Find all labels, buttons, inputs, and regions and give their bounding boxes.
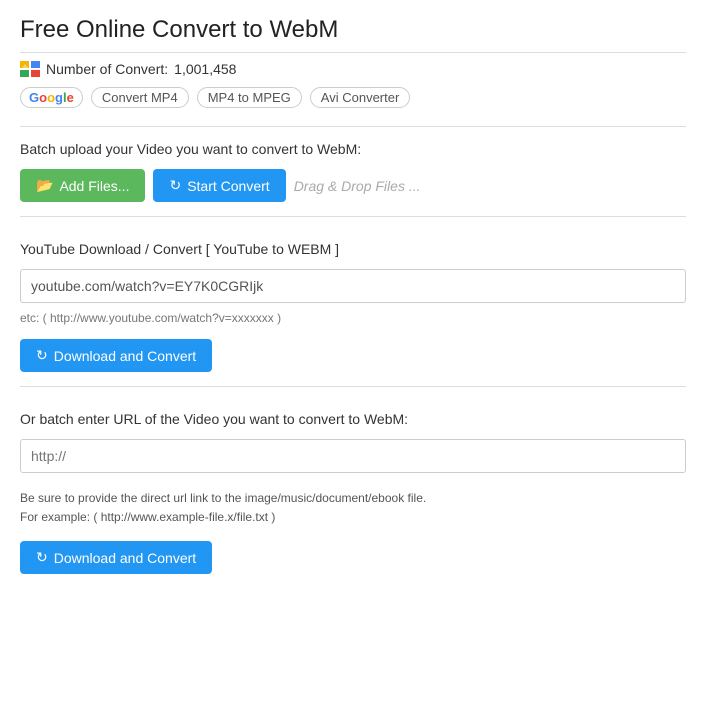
youtube-download-icon: ↻ xyxy=(36,347,48,364)
google-nav-link[interactable]: Google Google xyxy=(20,87,83,108)
divider-1 xyxy=(20,126,686,127)
youtube-section: YouTube Download / Convert [ YouTube to … xyxy=(20,231,686,372)
batch-download-icon: ↻ xyxy=(36,549,48,566)
upload-section-label: Batch upload your Video you want to conv… xyxy=(20,141,686,157)
youtube-section-title: YouTube Download / Convert [ YouTube to … xyxy=(20,241,686,257)
divider-3 xyxy=(20,386,686,387)
youtube-url-input[interactable] xyxy=(20,269,686,303)
batch-url-hint: Be sure to provide the direct url link t… xyxy=(20,489,686,527)
batch-download-convert-button[interactable]: ↻ Download and Convert xyxy=(20,541,212,574)
convert-count-label: Number of Convert: xyxy=(46,61,168,77)
batch-section-label: Or batch enter URL of the Video you want… xyxy=(20,411,686,427)
drag-drop-placeholder: Drag & Drop Files ... xyxy=(294,178,421,194)
folder-icon: 📂 xyxy=(36,177,53,194)
batch-url-input[interactable] xyxy=(20,439,686,473)
convert-count: Number of Convert: 1,001,458 xyxy=(20,61,686,77)
convert-count-icon xyxy=(20,61,40,77)
add-files-button[interactable]: 📂 Add Files... xyxy=(20,169,145,202)
divider-2 xyxy=(20,216,686,217)
nav-mp4-to-mpeg[interactable]: MP4 to MPEG xyxy=(197,87,302,108)
batch-section: Or batch enter URL of the Video you want… xyxy=(20,405,686,574)
page-title: Free Online Convert to WebM xyxy=(20,16,686,53)
start-convert-button[interactable]: ↻ Start Convert xyxy=(153,169,285,202)
nav-links: Google Google Convert MP4 MP4 to MPEG Av… xyxy=(20,87,686,108)
nav-convert-mp4[interactable]: Convert MP4 xyxy=(91,87,189,108)
upload-row: 📂 Add Files... ↻ Start Convert Drag & Dr… xyxy=(20,169,686,202)
convert-count-value: 1,001,458 xyxy=(174,61,236,77)
youtube-url-hint: etc: ( http://www.youtube.com/watch?v=xx… xyxy=(20,311,686,325)
google-g-icon: Google xyxy=(29,90,74,105)
refresh-icon: ↻ xyxy=(169,177,181,194)
youtube-download-convert-button[interactable]: ↻ Download and Convert xyxy=(20,339,212,372)
nav-avi-converter[interactable]: Avi Converter xyxy=(310,87,411,108)
